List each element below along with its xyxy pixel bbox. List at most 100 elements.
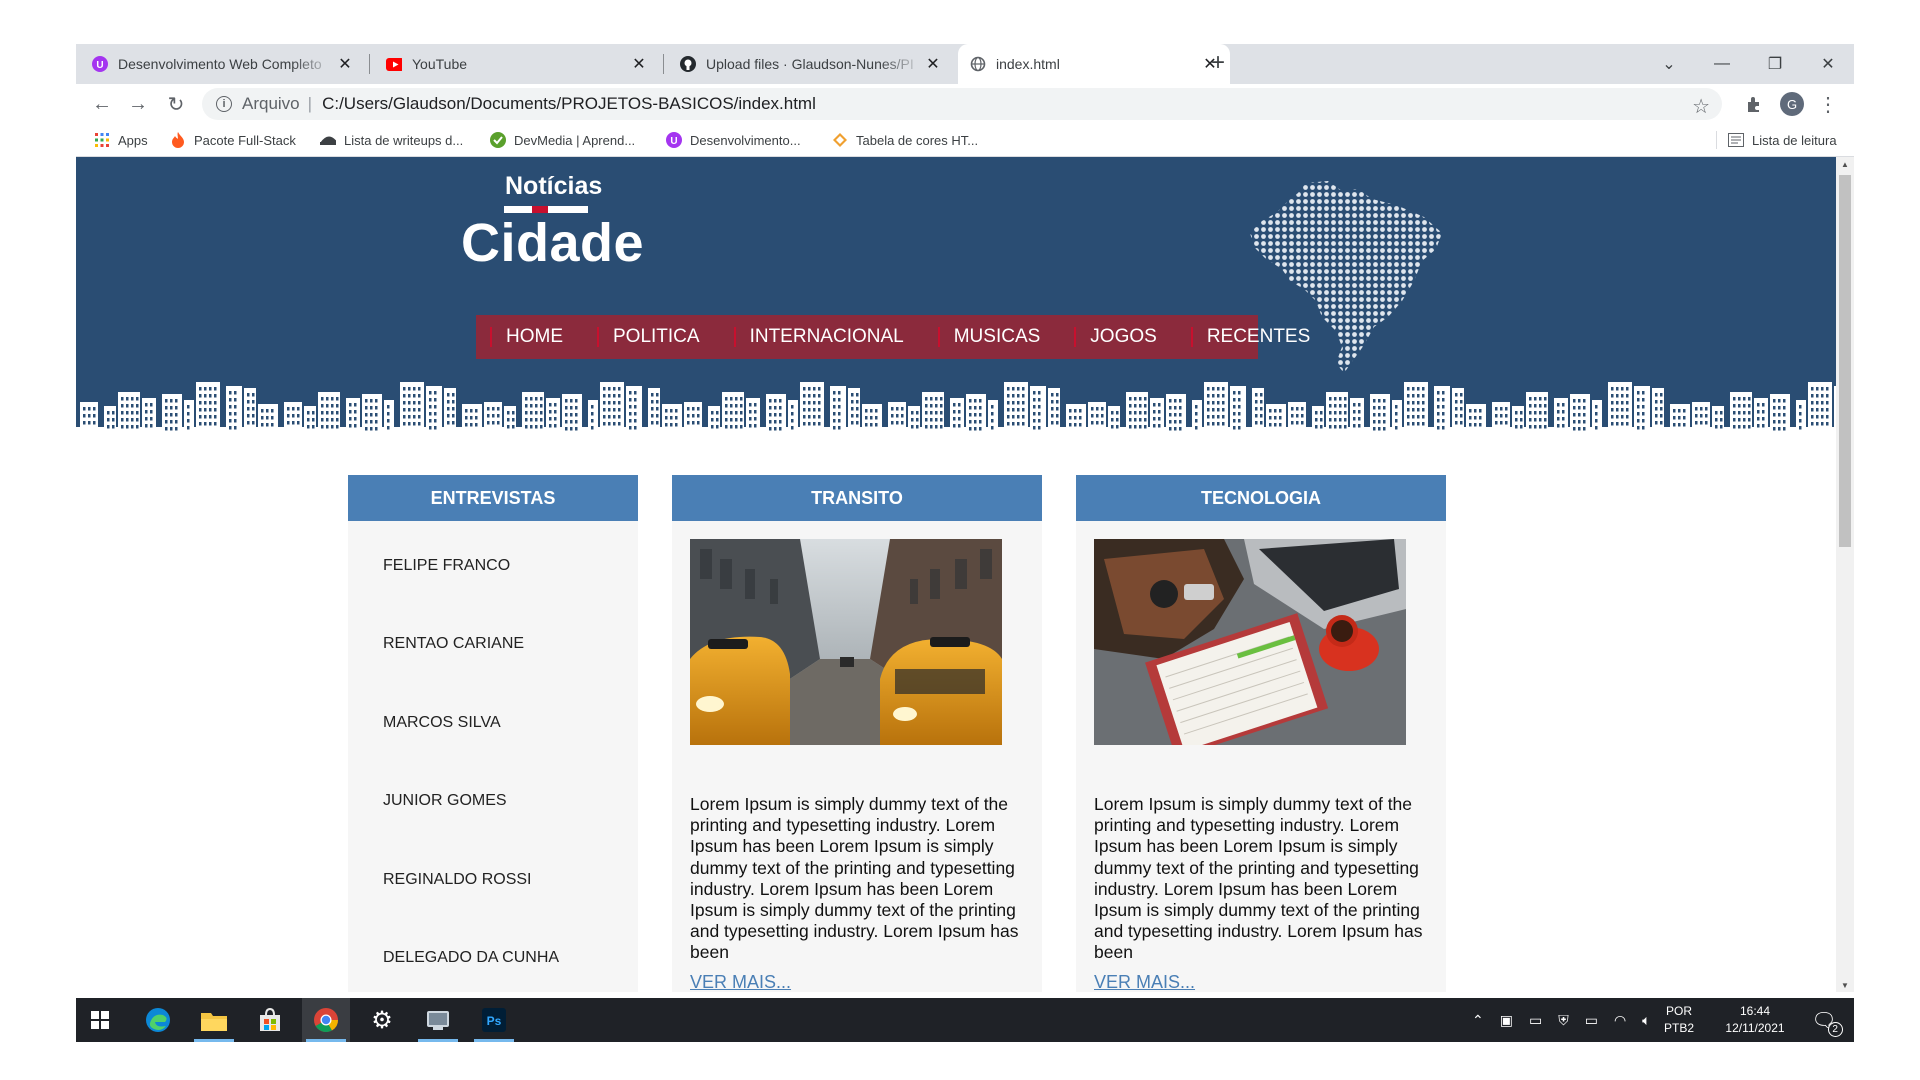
bookmarks-bar: Apps Pacote Full-Stack Lista de writeups… — [76, 124, 1854, 157]
menu-item-politica[interactable]: POLITICA — [583, 315, 720, 359]
tab-github[interactable]: Upload files · Glaudson-Nunes/PI ✕ — [668, 44, 953, 84]
close-tab-icon[interactable]: ✕ — [923, 54, 943, 74]
interview-link[interactable]: RENTAO CARIANE — [383, 635, 524, 653]
read-more-link[interactable]: VER MAIS... — [1094, 972, 1195, 992]
reload-button[interactable]: ↻ — [162, 90, 190, 118]
battery-icon[interactable]: ▭ — [1585, 1012, 1598, 1029]
notification-icon: 🗨︎ 2 — [1811, 1008, 1843, 1037]
tray-app-icon[interactable]: ▣ — [1500, 1012, 1513, 1029]
tab-title: index.html — [996, 56, 1060, 72]
entrevistas-panel: FELIPE FRANCO RENTAO CARIANE MARCOS SILV… — [348, 521, 638, 992]
web-page: Notícias Cidade HOME POLITICA INTERNACIO… — [76, 157, 1836, 992]
volume-icon[interactable]: 🔈︎ — [1642, 1012, 1650, 1029]
article-text: Lorem Ipsum is simply dummy text of the … — [1094, 794, 1423, 963]
restore-button[interactable]: ❐ — [1749, 44, 1801, 84]
reading-list-label: Lista de leitura — [1752, 132, 1837, 148]
tab-title: YouTube — [412, 56, 468, 72]
scroll-up-arrow[interactable]: ▲ — [1836, 157, 1854, 171]
bookmark-label: DevMedia | Aprend... — [514, 132, 636, 148]
menu-kebab-icon[interactable]: ⋮ — [1814, 90, 1842, 118]
extensions-icon[interactable] — [1740, 90, 1768, 118]
tab-index-html[interactable]: index.html ✕ — [958, 44, 1230, 84]
close-window-button[interactable]: ✕ — [1802, 44, 1854, 84]
wifi-icon[interactable]: ◠ — [1614, 1012, 1626, 1029]
interview-link[interactable]: DELEGADO DA CUNHA — [383, 949, 559, 967]
bookmark-pacote[interactable]: Pacote Full-Stack — [170, 124, 296, 156]
flame-icon — [170, 132, 186, 148]
address-separator: | — [307, 94, 313, 113]
bookmark-label: Apps — [118, 132, 148, 148]
bookmark-label: Tabela de cores HT... — [856, 132, 979, 148]
notifications-button[interactable]: 🗨︎ 2 — [1804, 998, 1844, 1042]
photoshop-icon[interactable]: Ps — [470, 998, 518, 1042]
page-viewport: Notícias Cidade HOME POLITICA INTERNACIO… — [76, 157, 1854, 992]
tab-youtube[interactable]: YouTube ✕ — [374, 44, 659, 84]
back-button[interactable]: ← — [88, 90, 116, 118]
svg-text:Ps: Ps — [487, 1014, 502, 1028]
language-code: POR — [1666, 1004, 1693, 1018]
edge-icon[interactable] — [134, 998, 182, 1042]
bookmark-label: Desenvolvimento... — [690, 132, 801, 148]
desk-laptop-notebook-photo — [1094, 539, 1406, 745]
globe-icon — [970, 56, 986, 72]
city-skyline-decoration — [80, 382, 1836, 432]
settings-icon[interactable]: ⚙ — [358, 998, 406, 1042]
address-bar[interactable]: i Arquivo | C:/Users/Glaudson/Documents/… — [202, 88, 1722, 120]
interview-link[interactable]: JUNIOR GOMES — [383, 792, 507, 810]
file-explorer-icon[interactable] — [190, 998, 238, 1042]
tab-title: Upload files · Glaudson-Nunes/PI — [706, 56, 914, 72]
profile-avatar[interactable]: G — [1778, 90, 1806, 118]
bookmark-desenvolvimento[interactable]: U Desenvolvimento... — [666, 124, 801, 156]
svg-text:U: U — [670, 136, 677, 147]
tecnologia-header: TECNOLOGIA — [1076, 475, 1446, 521]
scrollbar-thumb[interactable] — [1839, 175, 1851, 547]
tab-search-icon[interactable]: ⌄ — [1643, 44, 1695, 84]
clock[interactable]: 16:44 12/11/2021 — [1716, 998, 1794, 1042]
menu-item-home[interactable]: HOME — [476, 315, 583, 359]
tab-udemy[interactable]: U Desenvolvimento Web Completo ✕ — [80, 44, 365, 84]
site-logo[interactable]: Notícias Cidade — [461, 172, 645, 273]
close-tab-icon[interactable]: ✕ — [629, 54, 649, 74]
article-text: Lorem Ipsum is simply dummy text of the … — [690, 794, 1019, 963]
scroll-down-arrow[interactable]: ▼ — [1836, 978, 1854, 992]
info-icon[interactable]: i — [216, 96, 232, 112]
bookmark-tabela-cores[interactable]: Tabela de cores HT... — [832, 124, 978, 156]
taxi-street-photo — [690, 539, 1002, 745]
chevron-up-icon[interactable]: ⌃ — [1472, 1012, 1484, 1029]
bookmark-star-icon[interactable]: ☆ — [1692, 94, 1710, 119]
page-scrollbar[interactable]: ▲ ▼ — [1836, 157, 1854, 992]
tab-separator — [369, 54, 370, 74]
close-tab-icon[interactable]: ✕ — [335, 54, 355, 74]
svg-text:U: U — [96, 60, 103, 71]
new-tab-button[interactable]: + — [1206, 51, 1230, 76]
minimize-button[interactable]: — — [1696, 44, 1748, 84]
logo-bottom-text: Cidade — [461, 213, 645, 273]
windows-start-icon[interactable] — [76, 998, 124, 1042]
app-icon[interactable] — [414, 998, 462, 1042]
chrome-icon[interactable] — [302, 998, 350, 1042]
menu-item-internacional[interactable]: INTERNACIONAL — [720, 315, 924, 359]
store-icon[interactable] — [246, 998, 294, 1042]
menu-item-musicas[interactable]: MUSICAS — [924, 315, 1061, 359]
reading-list-button[interactable]: Lista de leitura — [1728, 124, 1837, 156]
read-more-link[interactable]: VER MAIS... — [690, 972, 791, 992]
apps-grid-icon — [94, 132, 110, 148]
devmedia-icon — [490, 132, 506, 148]
language-indicator[interactable]: POR PTB2 — [1664, 998, 1694, 1042]
menu-item-recentes[interactable]: RECENTES — [1177, 315, 1330, 359]
reading-list-icon — [1728, 132, 1744, 148]
interview-link[interactable]: MARCOS SILVA — [383, 714, 501, 732]
tray-display-icon[interactable]: ▭ — [1529, 1012, 1542, 1029]
udemy-icon: U — [92, 56, 108, 72]
bookmark-devmedia[interactable]: DevMedia | Aprend... — [490, 124, 635, 156]
interview-link[interactable]: REGINALDO ROSSI — [383, 871, 531, 889]
bookmark-apps[interactable]: Apps — [94, 124, 148, 156]
url-text[interactable]: C:/Users/Glaudson/Documents/PROJETOS-BAS… — [322, 94, 816, 114]
bookmark-writeups[interactable]: Lista de writeups d... — [320, 124, 463, 156]
interview-link[interactable]: FELIPE FRANCO — [383, 557, 510, 575]
menu-item-jogos[interactable]: JOGOS — [1060, 315, 1177, 359]
tray-shield-icon[interactable]: ⛨ — [1558, 1012, 1569, 1029]
forward-button[interactable]: → — [124, 90, 152, 118]
keyboard-layout: PTB2 — [1664, 1021, 1695, 1035]
tab-strip: U Desenvolvimento Web Completo ✕ YouTube… — [76, 44, 1854, 84]
